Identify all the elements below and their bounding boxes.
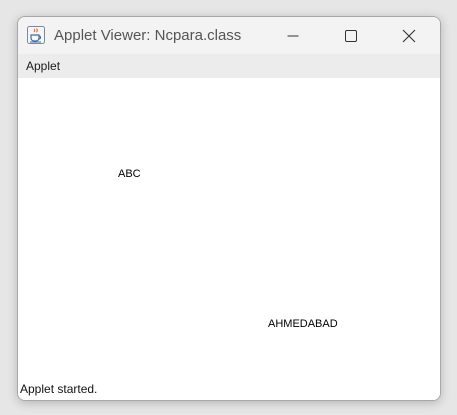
maximize-icon xyxy=(345,29,357,42)
status-bar: Applet started. xyxy=(18,378,440,400)
menu-bar: Applet xyxy=(18,54,440,78)
minimize-button[interactable] xyxy=(264,17,322,54)
java-cup-icon xyxy=(27,26,45,44)
menu-applet[interactable]: Applet xyxy=(26,59,60,73)
minimize-icon xyxy=(287,30,299,42)
maximize-button[interactable] xyxy=(322,17,380,54)
applet-viewer-window: Applet Viewer: Ncpara.class Applet ABC A… xyxy=(17,16,441,401)
status-text: Applet started. xyxy=(20,382,98,396)
close-button[interactable] xyxy=(380,17,438,54)
window-title: Applet Viewer: Ncpara.class xyxy=(54,27,242,44)
drawn-string-ahmedabad: AHMEDABAD xyxy=(268,318,338,330)
drawn-string-abc: ABC xyxy=(118,168,141,180)
close-icon xyxy=(402,29,416,43)
title-bar[interactable]: Applet Viewer: Ncpara.class xyxy=(18,17,440,54)
applet-canvas[interactable]: ABC AHMEDABAD xyxy=(18,78,440,378)
